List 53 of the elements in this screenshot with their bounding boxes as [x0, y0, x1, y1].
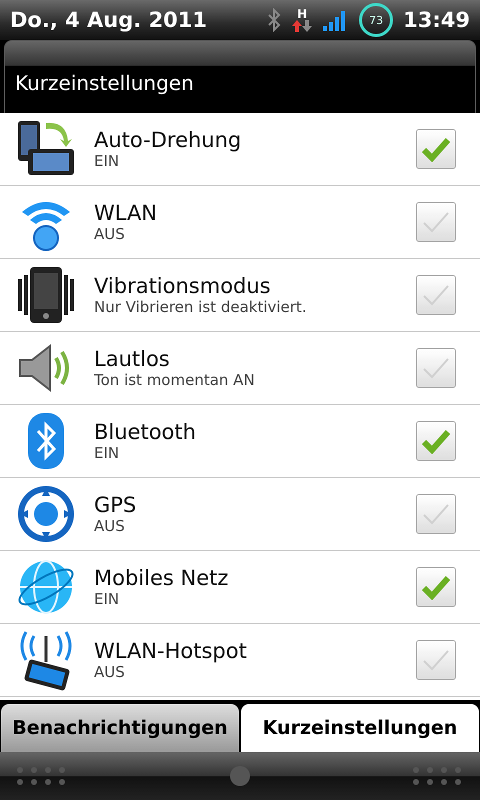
- checkbox[interactable]: [416, 348, 456, 388]
- checkbox[interactable]: [416, 275, 456, 315]
- checkbox[interactable]: [416, 421, 456, 461]
- globe-icon: [18, 560, 74, 614]
- checkbox[interactable]: [416, 202, 456, 242]
- globe-compass-icon: [18, 486, 74, 542]
- tab[interactable]: Kurzeinstellungen: [241, 704, 479, 752]
- battery-ring: 73: [359, 3, 394, 37]
- check-icon: [421, 428, 451, 454]
- tab[interactable]: Benachrichtigungen: [1, 704, 239, 752]
- vibrating-phone-icon: [18, 267, 74, 323]
- setting-title: Lautlos: [94, 347, 171, 371]
- check-icon: [421, 136, 451, 162]
- setting-title: Mobiles Netz: [94, 566, 230, 590]
- setting-status: AUS: [94, 517, 126, 535]
- rotate-phone-icon: [18, 121, 74, 175]
- setting-title: GPS: [94, 493, 138, 517]
- setting-status: AUS: [94, 225, 126, 243]
- setting-status: Ton ist momentan AN: [94, 371, 256, 389]
- hotspot-device-icon: [20, 630, 72, 692]
- status-time: 13:49: [403, 8, 470, 32]
- checkbox[interactable]: [416, 129, 456, 169]
- setting-row[interactable]: Lautlos Ton ist momentan AN: [0, 332, 480, 405]
- check-icon: [421, 574, 451, 600]
- network-type: H: [297, 8, 308, 20]
- speaker-icon: [19, 344, 69, 392]
- setting-row[interactable]: Mobiles Netz EIN: [0, 551, 480, 624]
- setting-row[interactable]: WLAN AUS: [0, 186, 480, 259]
- setting-row[interactable]: WLAN-Hotspot AUS: [0, 624, 480, 697]
- bluetooth-icon: [28, 413, 64, 469]
- setting-row[interactable]: Bluetooth EIN: [0, 405, 480, 478]
- setting-title: WLAN: [94, 201, 158, 225]
- status-date: Do., 4 Aug. 2011: [10, 8, 208, 32]
- checkbox[interactable]: [416, 640, 456, 680]
- bluetooth-icon: [267, 8, 282, 32]
- setting-row[interactable]: GPS AUS: [0, 478, 480, 551]
- wifi-icon: [22, 202, 70, 251]
- setting-status: EIN: [94, 444, 120, 462]
- setting-status: EIN: [94, 590, 120, 608]
- setting-title: WLAN-Hotspot: [94, 639, 248, 663]
- header-title: Kurzeinstellungen: [15, 71, 194, 95]
- setting-row[interactable]: Auto-Drehung EIN: [0, 113, 480, 186]
- checkbox[interactable]: [416, 494, 456, 534]
- setting-title: Bluetooth: [94, 420, 197, 444]
- setting-title: Vibrationsmodus: [94, 274, 272, 298]
- setting-status: EIN: [94, 152, 120, 170]
- setting-status: Nur Vibrieren ist deaktiviert.: [94, 298, 308, 316]
- setting-row[interactable]: Vibrationsmodus Nur Vibrieren ist deaktiviert.: [0, 259, 480, 332]
- checkbox[interactable]: [416, 567, 456, 607]
- data-arrows-icon: [291, 20, 314, 32]
- handle-knob-icon[interactable]: [229, 765, 251, 787]
- setting-status: AUS: [94, 663, 126, 681]
- setting-title: Auto-Drehung: [94, 128, 242, 152]
